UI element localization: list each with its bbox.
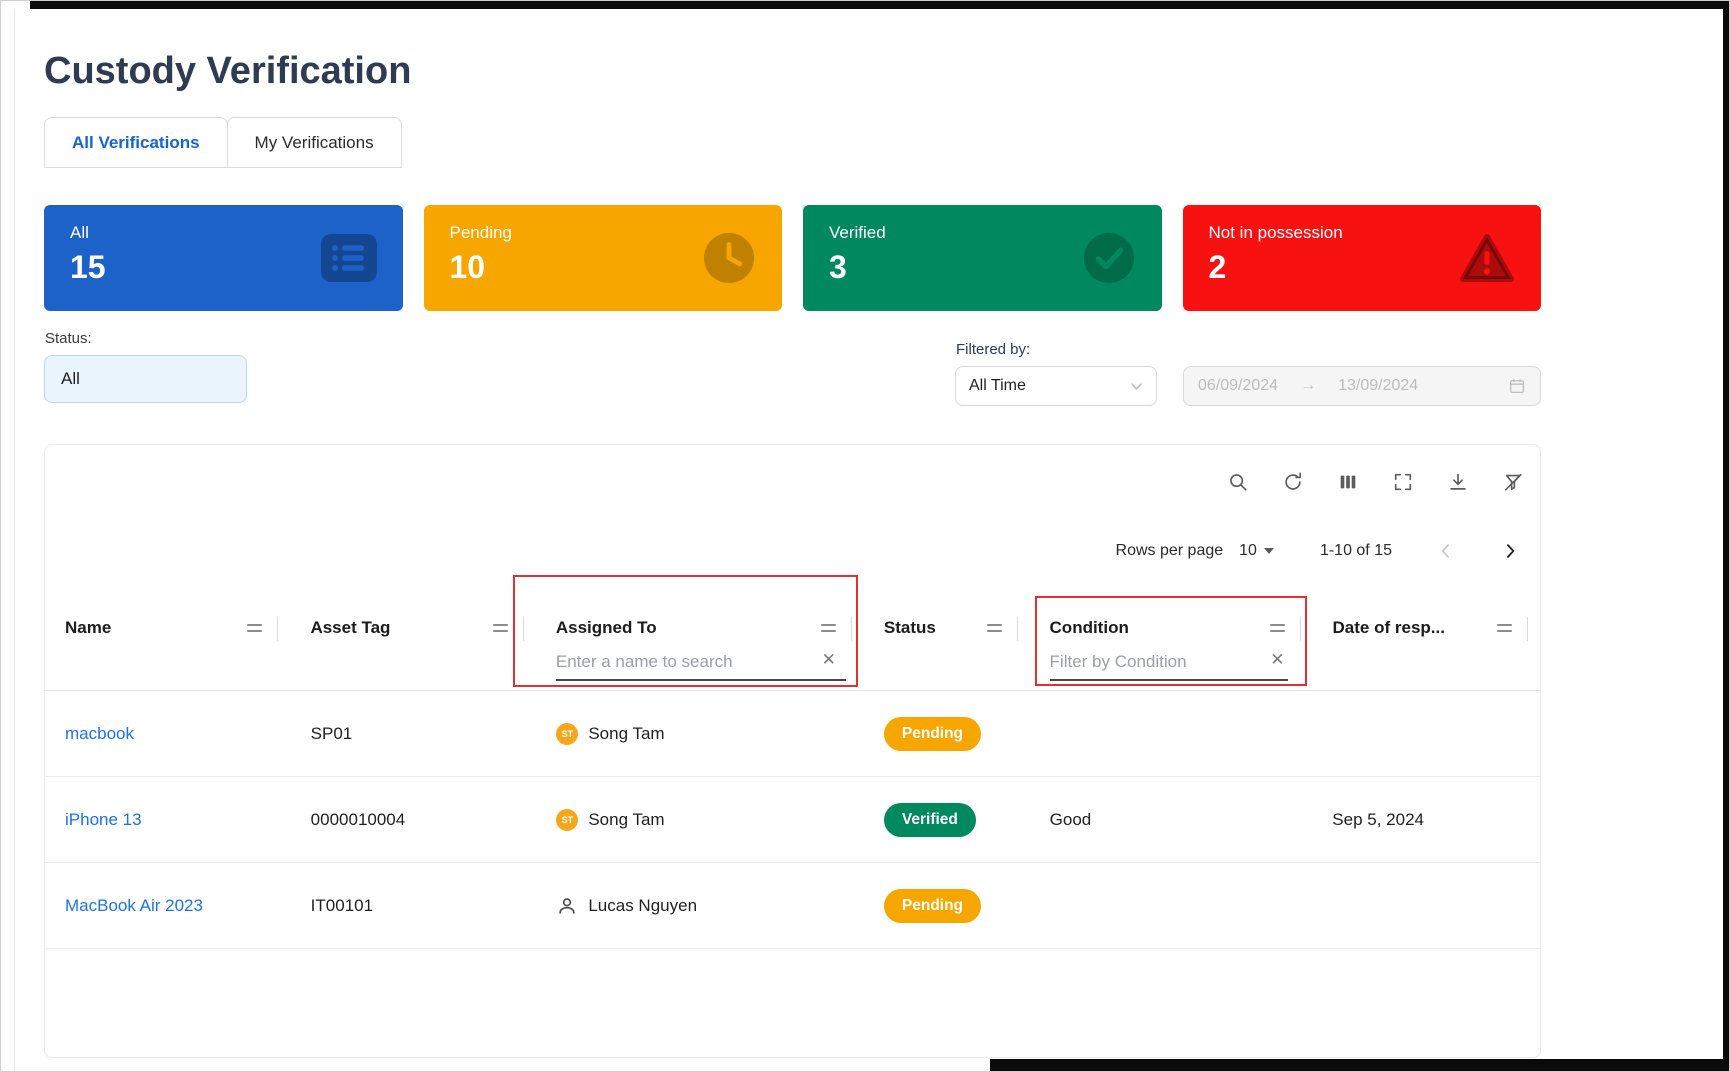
list-icon bbox=[321, 234, 377, 282]
status-badge: Pending bbox=[884, 889, 981, 923]
asset-tag-value: 0000010004 bbox=[311, 810, 406, 830]
date-of-response-value: Sep 5, 2024 bbox=[1332, 810, 1424, 830]
fullscreen-icon[interactable] bbox=[1392, 471, 1414, 493]
next-page-button[interactable] bbox=[1500, 541, 1520, 561]
asset-tag-value: IT00101 bbox=[311, 896, 373, 916]
asset-name-link[interactable]: macbook bbox=[65, 724, 134, 744]
status-badge: Verified bbox=[884, 803, 976, 837]
previous-page-button[interactable] bbox=[1436, 541, 1456, 561]
table-toolbar bbox=[1227, 471, 1524, 493]
asset-tag-value: SP01 bbox=[311, 724, 353, 744]
stat-card-not-in-possession[interactable]: Not in possession 2 bbox=[1183, 205, 1542, 311]
column-header-date-of-response: Date of resp... bbox=[1313, 597, 1540, 690]
stat-card-pending[interactable]: Pending 10 bbox=[424, 205, 783, 311]
calendar-icon bbox=[1508, 377, 1526, 395]
drag-handle-icon[interactable] bbox=[985, 620, 1004, 636]
rows-per-page-label: Rows per page bbox=[1116, 542, 1224, 560]
chevron-down-icon bbox=[1130, 380, 1143, 393]
column-separator bbox=[1017, 617, 1018, 641]
drag-handle-icon[interactable] bbox=[1495, 620, 1514, 636]
arrow-right-icon: → bbox=[1300, 377, 1316, 395]
rows-per-page-select[interactable]: 10 bbox=[1239, 542, 1274, 560]
pagination-range: 1-10 of 15 bbox=[1320, 542, 1392, 560]
drag-handle-icon[interactable] bbox=[491, 620, 510, 636]
column-separator bbox=[1527, 617, 1528, 641]
stat-card-verified[interactable]: Verified 3 bbox=[803, 205, 1162, 311]
condition-filter-input[interactable] bbox=[1050, 650, 1288, 681]
tab-all-verifications[interactable]: All Verifications bbox=[44, 117, 228, 167]
window-top-edge bbox=[30, 0, 1730, 9]
condition-value: Good bbox=[1050, 810, 1092, 830]
stat-cards: All 15 Pending 10 Verified 3 Not in poss… bbox=[44, 205, 1541, 311]
column-header-assigned-to: Assigned To ✕ bbox=[536, 597, 864, 690]
clear-filter-icon[interactable]: ✕ bbox=[1270, 650, 1284, 670]
column-label: Date of resp... bbox=[1333, 618, 1445, 638]
column-header-name: Name bbox=[45, 597, 290, 690]
refresh-icon[interactable] bbox=[1282, 471, 1304, 493]
avatar: ST bbox=[556, 809, 578, 831]
status-badge: Pending bbox=[884, 717, 981, 751]
column-label: Condition bbox=[1050, 618, 1129, 638]
window-bottom-edge bbox=[990, 1059, 1730, 1072]
column-label: Asset Tag bbox=[310, 618, 390, 638]
column-header-asset-tag: Asset Tag bbox=[290, 597, 535, 690]
table-row: macbook SP01 ST Song Tam Pending bbox=[45, 691, 1540, 777]
clock-icon bbox=[702, 231, 756, 285]
column-header-status: Status bbox=[864, 597, 1030, 690]
clear-filter-icon[interactable]: ✕ bbox=[822, 650, 836, 670]
tab-my-verifications[interactable]: My Verifications bbox=[227, 117, 402, 167]
drag-handle-icon[interactable] bbox=[819, 620, 838, 636]
avatar: ST bbox=[556, 723, 578, 745]
date-from-value: 06/09/2024 bbox=[1198, 377, 1278, 395]
date-to-value: 13/09/2024 bbox=[1338, 377, 1418, 395]
column-separator bbox=[851, 617, 852, 641]
drag-handle-icon[interactable] bbox=[1268, 620, 1287, 636]
window-right-edge bbox=[1723, 0, 1730, 1072]
column-separator bbox=[523, 617, 524, 641]
assigned-to-value: Lucas Nguyen bbox=[588, 896, 697, 916]
warning-triangle-icon bbox=[1459, 232, 1515, 284]
asset-name-link[interactable]: MacBook Air 2023 bbox=[65, 896, 203, 916]
assigned-to-value: Song Tam bbox=[588, 724, 664, 744]
page-title: Custody Verification bbox=[44, 50, 411, 93]
search-icon[interactable] bbox=[1227, 471, 1249, 493]
assigned-to-filter-input[interactable] bbox=[556, 650, 846, 681]
table-row: iPhone 13 0000010004 ST Song Tam Verifie… bbox=[45, 777, 1540, 863]
table-row: MacBook Air 2023 IT00101 Lucas Nguyen Pe… bbox=[45, 863, 1540, 949]
assigned-to-value: Song Tam bbox=[588, 810, 664, 830]
status-filter-label: Status: bbox=[45, 330, 92, 347]
download-icon[interactable] bbox=[1447, 471, 1469, 493]
check-circle-icon bbox=[1082, 231, 1136, 285]
column-header-condition: Condition ✕ bbox=[1030, 597, 1313, 690]
column-separator bbox=[1300, 617, 1301, 641]
filter-off-icon[interactable] bbox=[1502, 471, 1524, 493]
date-range-picker[interactable]: 06/09/2024 → 13/09/2024 bbox=[1183, 366, 1541, 406]
status-filter-select[interactable]: All bbox=[44, 355, 247, 403]
filtered-by-label: Filtered by: bbox=[956, 341, 1030, 358]
columns-icon[interactable] bbox=[1337, 471, 1359, 493]
table-pagination: Rows per page 10 1-10 of 15 bbox=[1116, 541, 1520, 561]
time-filter-select[interactable]: All Time bbox=[955, 366, 1157, 406]
tab-bar: All Verifications My Verifications bbox=[44, 117, 402, 168]
time-filter-value: All Time bbox=[969, 377, 1026, 395]
asset-name-link[interactable]: iPhone 13 bbox=[65, 810, 142, 830]
column-separator bbox=[277, 617, 278, 641]
stat-card-all[interactable]: All 15 bbox=[44, 205, 403, 311]
column-label: Assigned To bbox=[556, 618, 657, 638]
status-filter-value: All bbox=[61, 369, 80, 389]
verifications-table: Rows per page 10 1-10 of 15 Name Asset bbox=[44, 444, 1541, 1058]
column-label: Name bbox=[65, 618, 111, 638]
drag-handle-icon[interactable] bbox=[245, 620, 264, 636]
column-label: Status bbox=[884, 618, 936, 638]
caret-down-icon bbox=[1264, 548, 1274, 554]
table-header-row: Name Asset Tag Assigned To bbox=[45, 597, 1540, 691]
content-left-divider bbox=[14, 9, 15, 1072]
rows-per-page-value: 10 bbox=[1239, 542, 1257, 560]
person-icon bbox=[556, 895, 578, 917]
